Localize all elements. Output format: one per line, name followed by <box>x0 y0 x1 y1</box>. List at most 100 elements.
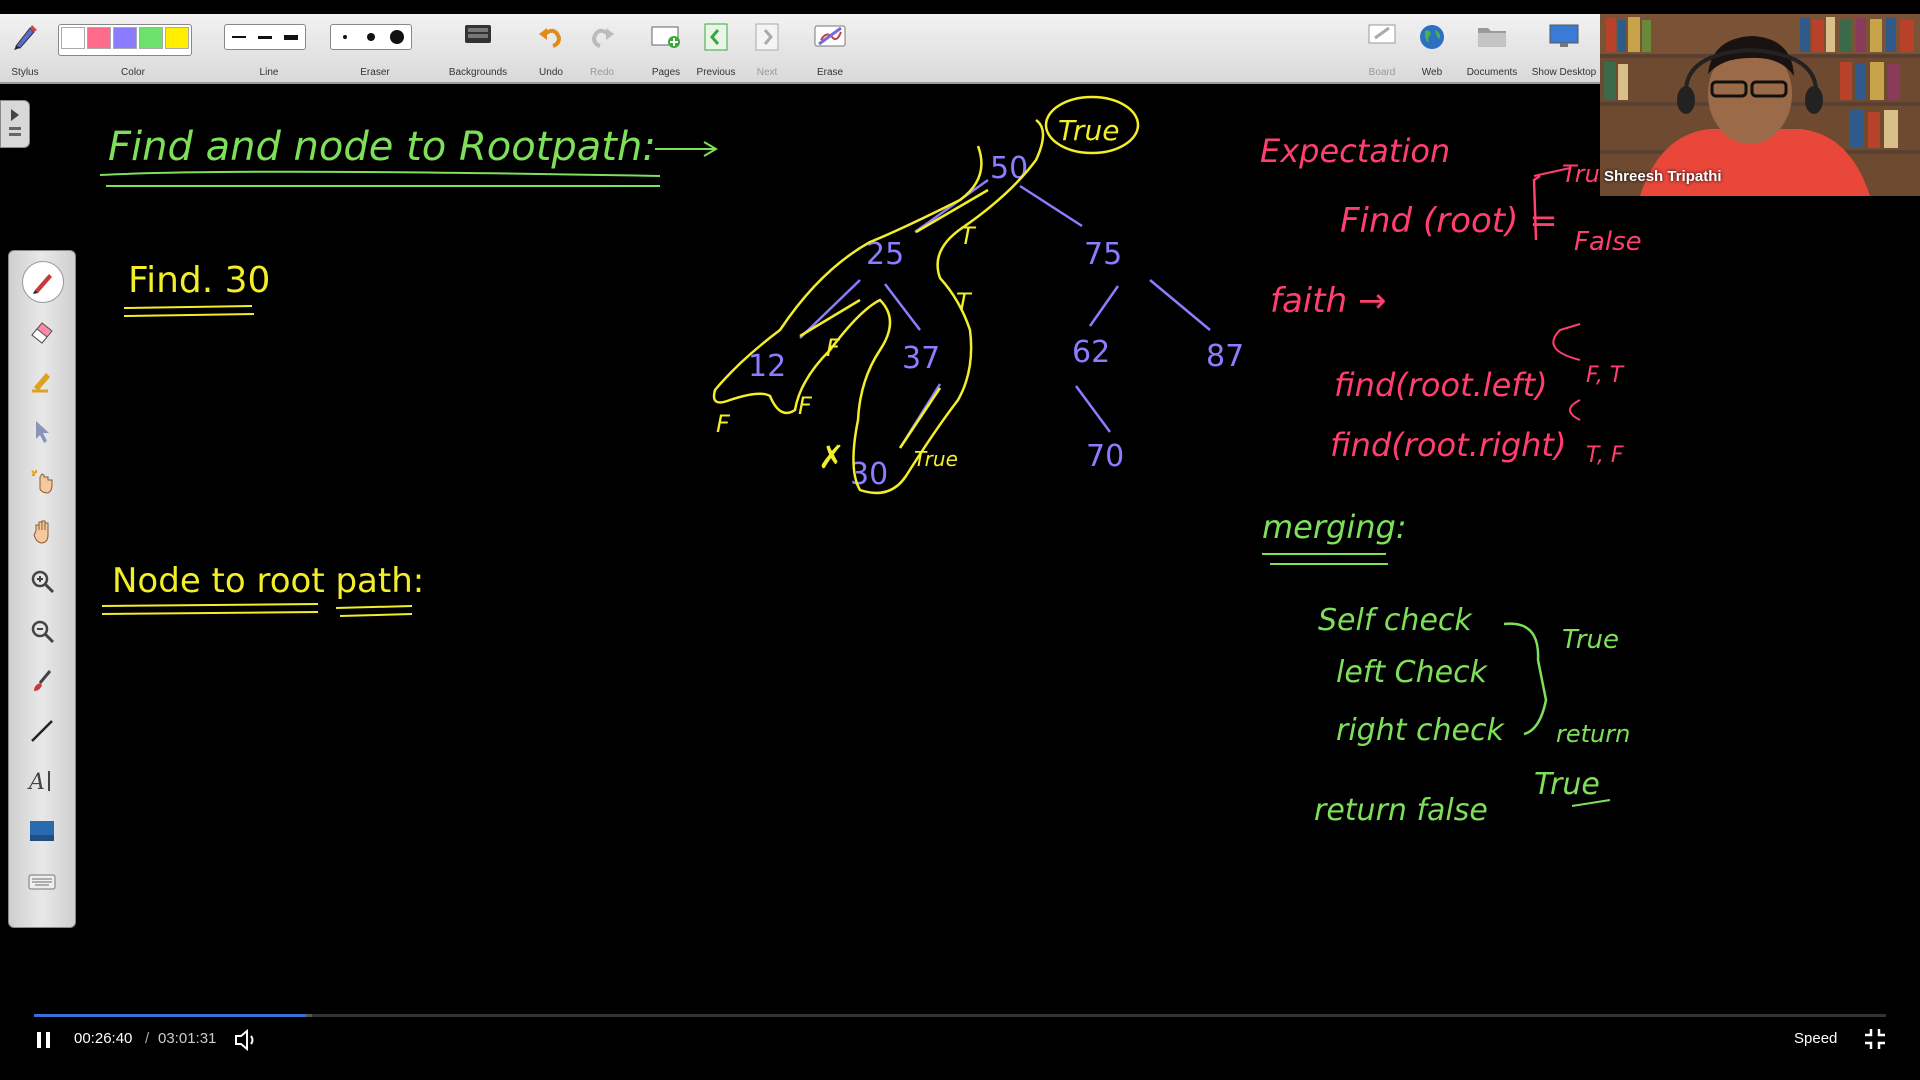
true-circle-label: True <box>1058 114 1119 147</box>
stylus-label: Stylus <box>11 67 39 78</box>
merge-return: return <box>1556 720 1630 748</box>
find-label: Find. 30 <box>128 260 270 301</box>
text-icon: A <box>27 770 50 795</box>
cross-mark-icon: ✗ <box>818 438 845 476</box>
redo-button[interactable]: Redo <box>584 14 620 82</box>
current-time: 00:26:40 <box>74 1030 133 1047</box>
zoom-out-icon <box>31 620 55 644</box>
next-button[interactable]: Next <box>748 14 786 82</box>
brush-tool[interactable] <box>22 661 62 701</box>
color-swatch-green[interactable] <box>139 27 163 49</box>
pages-icon <box>651 26 680 48</box>
color-swatch-purple[interactable] <box>113 27 137 49</box>
faith-left: find(root.left) <box>1334 366 1548 404</box>
annot-f2: F <box>798 392 813 420</box>
magic-pointer-tool[interactable] <box>22 461 62 501</box>
previous-button[interactable]: Previous <box>692 14 740 82</box>
cursor-arrow-icon <box>36 421 49 443</box>
volume-button[interactable] <box>232 1026 260 1054</box>
color-swatches <box>58 24 192 56</box>
eraser-tool[interactable] <box>22 311 62 351</box>
whiteboard-canvas[interactable]: Find and node to Rootpath: Find. 30 Node… <box>0 84 1920 984</box>
total-duration: 03:01:31 <box>158 1030 217 1047</box>
zoom-out-tool[interactable] <box>22 611 62 651</box>
faith-right-results: T, F <box>1586 443 1624 468</box>
exit-fullscreen-button[interactable] <box>1862 1026 1888 1052</box>
show-desktop-button[interactable]: Show Desktop <box>1528 14 1600 82</box>
backgrounds-button[interactable]: Backgrounds <box>444 14 512 82</box>
redo-label: Redo <box>590 67 614 78</box>
erase-button[interactable]: Erase <box>806 14 854 82</box>
merge-true: True <box>1562 625 1619 655</box>
erase-label: Erase <box>816 67 844 78</box>
expectation-title: Expectation <box>1260 132 1450 170</box>
pan-tool[interactable] <box>22 511 62 551</box>
web-button[interactable]: Web <box>1412 14 1452 82</box>
documents-label: Documents <box>1466 67 1518 78</box>
tree-node-75: 75 <box>1084 237 1122 272</box>
documents-button[interactable]: Documents <box>1460 14 1524 82</box>
line-label: Line <box>259 67 279 78</box>
line-tool[interactable] <box>22 711 62 751</box>
merging-label: merging: <box>1262 508 1407 546</box>
faith-right: find(root.right) <box>1330 426 1566 464</box>
folder-icon <box>1478 28 1506 47</box>
title-find-path: Find and node to Rootpath: <box>108 124 656 170</box>
merge-return-true: True <box>1534 767 1600 802</box>
pages-button[interactable]: Pages <box>644 14 688 82</box>
color-swatch-pink[interactable] <box>87 27 111 49</box>
presenter-name: Shreesh Tripathi <box>1604 168 1722 185</box>
color-swatch-white[interactable] <box>61 27 85 49</box>
play-arrow-icon <box>9 109 21 136</box>
backgrounds-icon <box>465 25 491 43</box>
faith-label: faith → <box>1270 281 1386 321</box>
highlighter-tool[interactable] <box>22 361 62 401</box>
keyboard-tool[interactable] <box>22 861 62 901</box>
pen-tool[interactable] <box>22 261 64 303</box>
zoom-in-tool[interactable] <box>22 561 62 601</box>
expectation-line: Find (root) = <box>1340 201 1558 241</box>
pause-icon <box>37 1032 50 1048</box>
tree-node-37: 37 <box>902 341 940 376</box>
show-desktop-label: Show Desktop <box>1531 67 1597 78</box>
line-thin-option[interactable] <box>227 27 251 47</box>
undo-label: Undo <box>539 67 563 78</box>
board-button[interactable]: Board <box>1362 14 1402 82</box>
tree-node-70: 70 <box>1086 439 1124 474</box>
eraser-size-options <box>330 24 412 50</box>
magic-hand-icon <box>31 470 53 494</box>
board-icon <box>1368 24 1396 44</box>
progress-played <box>34 1014 307 1017</box>
eraser-small-option[interactable] <box>333 27 357 47</box>
eraser-label: Eraser <box>360 67 390 78</box>
backgrounds-label: Backgrounds <box>448 67 508 78</box>
screen-capture-tool[interactable] <box>22 811 62 851</box>
pause-button[interactable] <box>32 1028 56 1052</box>
side-panel-toggle[interactable] <box>0 100 30 148</box>
eraser-large-option[interactable] <box>385 27 409 47</box>
speed-button[interactable]: Speed <box>1794 1030 1837 1047</box>
color-swatch-yellow[interactable] <box>165 27 189 49</box>
merge-return-false: return false <box>1314 793 1488 828</box>
undo-button[interactable]: Undo <box>532 14 570 82</box>
svg-text:A: A <box>27 770 45 795</box>
tree-node-12: 12 <box>748 349 786 384</box>
eraser-group: Eraser <box>330 14 420 82</box>
previous-page-icon <box>704 23 728 51</box>
eraser-medium-option[interactable] <box>359 27 383 47</box>
line-icon <box>31 720 53 742</box>
expectation-false: False <box>1574 227 1642 257</box>
brush-icon <box>34 670 52 691</box>
faith-left-results: F, T <box>1586 363 1625 388</box>
annot-f1: F <box>826 334 841 362</box>
screen-capture-icon <box>30 821 54 841</box>
progress-bar[interactable] <box>34 1014 1886 1017</box>
text-tool[interactable]: A <box>22 761 62 801</box>
select-tool[interactable] <box>22 411 62 451</box>
tree-node-87: 87 <box>1206 339 1244 374</box>
time-separator: / <box>145 1030 150 1047</box>
stylus-tool[interactable]: Stylus <box>4 14 46 82</box>
line-thick-option[interactable] <box>279 27 303 47</box>
line-group: Line <box>224 14 314 82</box>
line-medium-option[interactable] <box>253 27 277 47</box>
